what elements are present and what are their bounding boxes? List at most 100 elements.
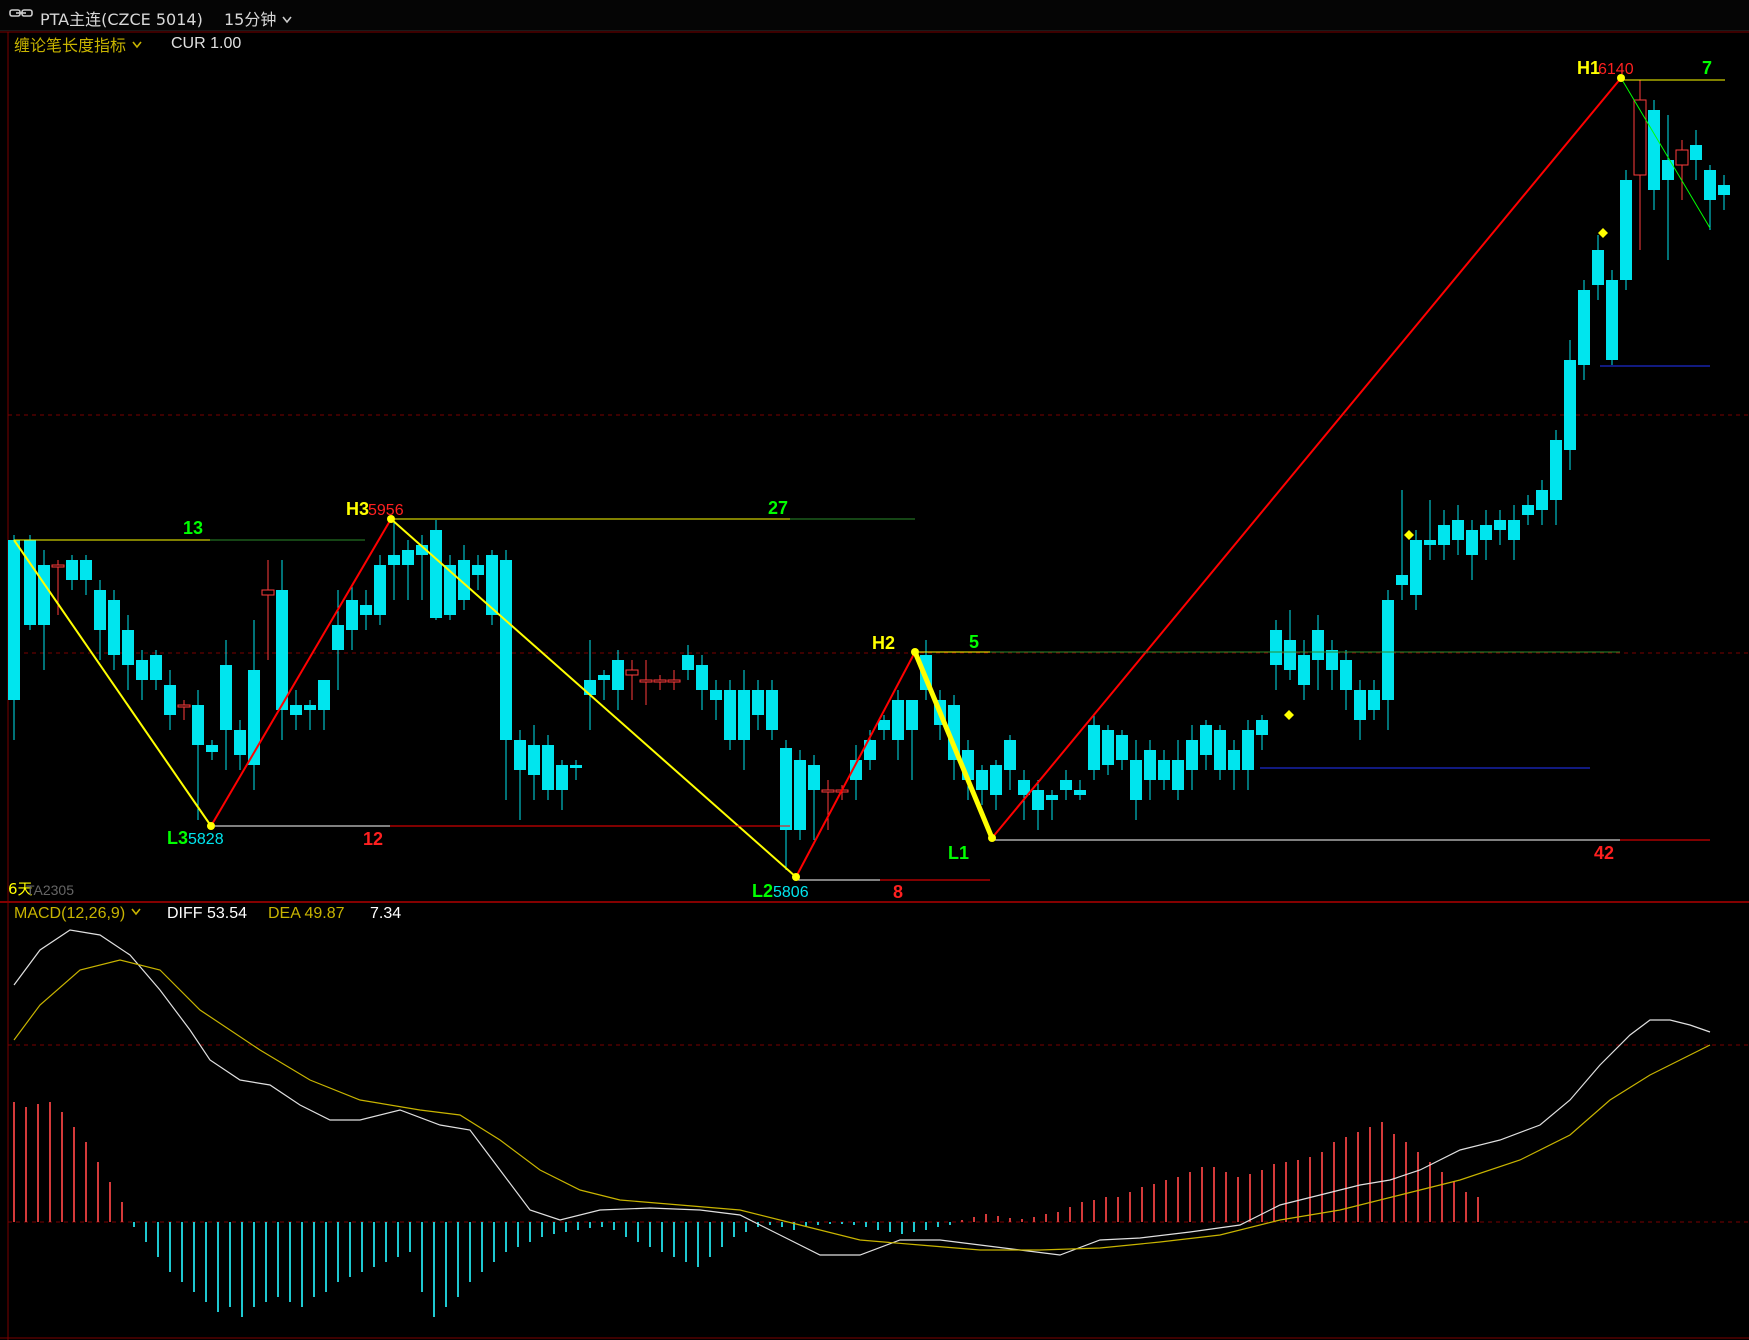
- candle-body: [1368, 690, 1380, 710]
- candle-body: [234, 730, 246, 755]
- candle-body: [290, 705, 302, 715]
- candle-body: [612, 660, 624, 690]
- candle-body: [1438, 525, 1450, 545]
- candle-body: [8, 540, 20, 700]
- candle-body: [1648, 110, 1660, 190]
- candle-body: [667, 679, 681, 683]
- pivot-label-l3: L3: [167, 828, 188, 848]
- pivot-dot: [911, 648, 919, 656]
- candle-body: [486, 555, 498, 615]
- candle-body: [136, 660, 148, 680]
- candle-body: [752, 690, 764, 715]
- candle-body: [724, 690, 736, 740]
- kline-chart[interactable]: H35956 L3 5828 H2 L2 5806 L1 H16140 13 12 27 8 5 42 7: [0, 0, 1749, 1340]
- pivot-price-h3: 5956: [368, 502, 404, 519]
- candle-body: [24, 540, 36, 625]
- candle-body: [1312, 630, 1324, 660]
- candle-body: [276, 590, 288, 710]
- candle-body: [1620, 180, 1632, 280]
- stroke-length-label: 42: [1594, 843, 1614, 863]
- candle-body: [1032, 790, 1044, 810]
- candle-body: [1396, 575, 1408, 585]
- candle-body: [1186, 740, 1198, 770]
- candle-body: [1298, 655, 1310, 685]
- candle-body: [1326, 650, 1338, 670]
- stroke-length-label: 13: [183, 518, 203, 538]
- candle-body: [261, 589, 275, 596]
- candle-body: [1522, 505, 1534, 515]
- candle-body: [1284, 640, 1296, 670]
- stroke-line-up: [991, 77, 1622, 839]
- candle-body: [906, 700, 918, 730]
- stroke-length-label: 7: [1702, 58, 1712, 78]
- candle-body: [1228, 750, 1240, 770]
- pivot-label-l2: L2: [752, 881, 773, 901]
- stroke-length-label: 27: [768, 498, 788, 518]
- candle-body: [794, 760, 806, 830]
- candle-body: [1200, 725, 1212, 755]
- candle-body: [1704, 170, 1716, 200]
- pivot-price-l3: 5828: [188, 831, 224, 848]
- candle-body: [66, 560, 78, 580]
- candle-body: [1340, 660, 1352, 690]
- candle-body: [1564, 360, 1576, 450]
- candle-body: [388, 555, 400, 565]
- candle-body: [639, 679, 653, 683]
- candle-body: [542, 745, 554, 790]
- stroke-length-label: 12: [363, 829, 383, 849]
- candle-body: [1130, 760, 1142, 800]
- candle-body: [1508, 520, 1520, 540]
- candle-body: [1214, 730, 1226, 770]
- pivot-dot: [207, 822, 215, 830]
- candle-body: [38, 565, 50, 625]
- candle-body: [318, 680, 330, 710]
- candle-body: [878, 720, 890, 730]
- signal-diamond: [1404, 530, 1414, 540]
- candle-body: [1382, 600, 1394, 700]
- candle-body: [1480, 525, 1492, 540]
- candle-body: [1242, 730, 1254, 770]
- candle-body: [444, 565, 456, 615]
- candle-body: [1088, 725, 1100, 770]
- candle-body: [1424, 540, 1436, 545]
- candle-body: [150, 655, 162, 680]
- candle-body: [1633, 99, 1647, 176]
- stroke-line-up: [210, 518, 392, 827]
- signal-diamond: [1598, 228, 1608, 238]
- stroke-length-label: 8: [893, 882, 903, 902]
- pivot-label-h1: H1: [1577, 58, 1600, 78]
- candle-body: [1606, 280, 1618, 360]
- candle-body: [528, 745, 540, 775]
- candle-body: [94, 590, 106, 630]
- candle-body: [1116, 735, 1128, 760]
- pivot-price-h1: 6140: [1598, 61, 1634, 78]
- macd-diff-line: [13, 929, 1711, 1256]
- candle-body: [500, 560, 512, 740]
- candle-body: [304, 705, 316, 710]
- candle-body: [821, 789, 835, 793]
- candle-body: [1102, 730, 1114, 765]
- candle-body: [1662, 160, 1674, 180]
- candle-body: [1550, 440, 1562, 500]
- candle-body: [1690, 145, 1702, 160]
- candle-body: [1256, 720, 1268, 735]
- candle-body: [1060, 780, 1072, 790]
- pivot-label-l1: L1: [948, 843, 969, 863]
- candle-body: [1592, 250, 1604, 285]
- candle-body: [556, 765, 568, 790]
- pivot-dot: [988, 834, 996, 842]
- candle-body: [1172, 760, 1184, 790]
- candle-body: [738, 690, 750, 740]
- pivot-label-h2: H2: [872, 633, 895, 653]
- candle-body: [514, 740, 526, 770]
- candle-body: [653, 679, 667, 683]
- candle-body: [584, 680, 596, 695]
- candle-body: [51, 564, 65, 568]
- pivot-label-h3: H3: [346, 499, 369, 519]
- candle-body: [177, 704, 191, 708]
- candle-body: [710, 690, 722, 700]
- pivot-dot: [792, 873, 800, 881]
- candle-body: [402, 550, 414, 565]
- candle-body: [332, 625, 344, 650]
- candle-body: [682, 655, 694, 670]
